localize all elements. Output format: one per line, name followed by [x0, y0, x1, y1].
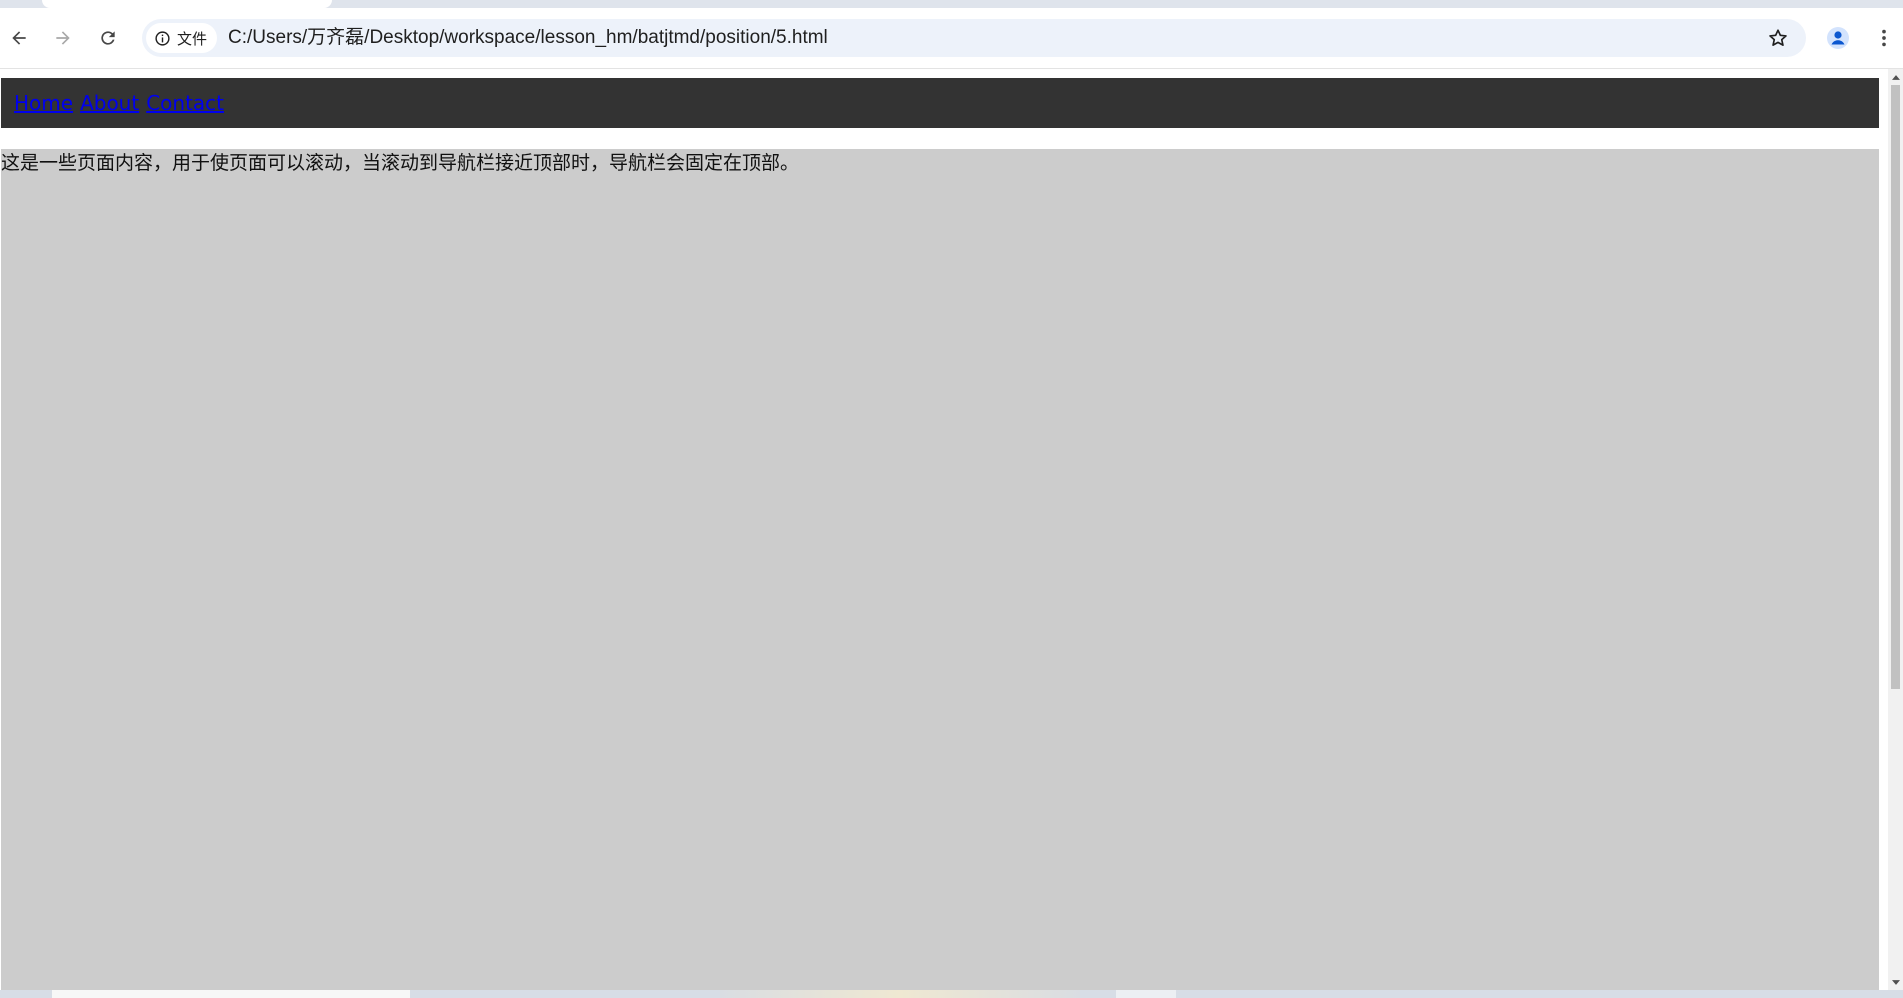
browser-toolbar: 文件 C:/Users/万齐磊/Desktop/workspace/lesson…	[0, 8, 1903, 69]
site-info-label: 文件	[177, 29, 208, 48]
triangle-up-icon	[1891, 74, 1900, 80]
browser-menu-button[interactable]	[1870, 22, 1898, 54]
forward-button[interactable]	[46, 21, 80, 55]
content-section: 这是一些页面内容，用于使页面可以滚动，当滚动到导航栏接近顶部时，导航栏会固定在顶…	[1, 149, 1879, 990]
nav-link-about[interactable]: About	[80, 91, 139, 115]
nav-link-home[interactable]: Home	[14, 91, 73, 115]
info-circle-icon	[155, 30, 170, 46]
vertical-scrollbar[interactable]	[1888, 69, 1903, 990]
page-viewport: Home About Contact 这是一些页面内容，用于使页面可以滚动，当滚…	[0, 69, 1903, 990]
os-taskbar	[0, 990, 1903, 998]
content-text: 这是一些页面内容，用于使页面可以滚动，当滚动到导航栏接近顶部时，导航栏会固定在顶…	[1, 152, 800, 174]
arrow-right-icon	[56, 31, 70, 45]
taskbar-center-apps[interactable]	[720, 990, 1080, 998]
site-info-chip[interactable]: 文件	[146, 23, 218, 53]
profile-button[interactable]	[1822, 22, 1854, 54]
reload-icon	[101, 31, 115, 45]
reload-button[interactable]	[91, 21, 125, 55]
active-tab[interactable]	[42, 0, 332, 8]
scrollbar-thumb[interactable]	[1891, 85, 1900, 689]
triangle-down-icon	[1891, 979, 1900, 985]
kebab-menu-icon	[1882, 29, 1886, 47]
address-bar[interactable]: 文件 C:/Users/万齐磊/Desktop/workspace/lesson…	[142, 19, 1806, 57]
taskbar-search[interactable]	[52, 990, 410, 998]
back-button[interactable]	[2, 21, 36, 55]
tab-strip	[0, 0, 1903, 8]
person-icon	[1827, 27, 1849, 49]
scroll-down-arrow[interactable]	[1888, 974, 1903, 990]
url-text[interactable]: C:/Users/万齐磊/Desktop/workspace/lesson_hm…	[228, 19, 828, 57]
scroll-up-arrow[interactable]	[1888, 69, 1903, 85]
taskbar-item[interactable]	[1116, 990, 1176, 998]
arrow-left-icon	[12, 31, 26, 45]
nav-link-contact[interactable]: Contact	[146, 91, 224, 115]
star-outline-icon	[1769, 29, 1787, 46]
bookmark-button[interactable]	[1764, 24, 1792, 52]
sticky-navbar: Home About Contact	[1, 78, 1879, 128]
page-body: Home About Contact 这是一些页面内容，用于使页面可以滚动，当滚…	[0, 69, 1885, 990]
